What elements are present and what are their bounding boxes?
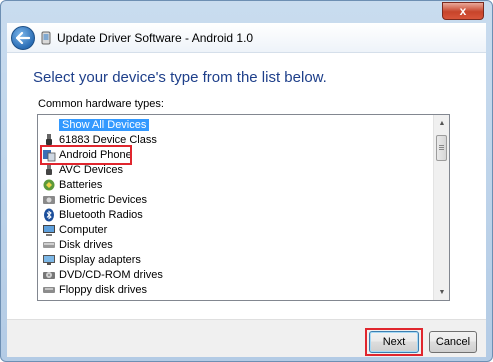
scroll-thumb[interactable] bbox=[436, 135, 447, 161]
biometric-icon bbox=[43, 195, 55, 204]
back-arrow-icon bbox=[16, 32, 30, 44]
floppy-icon bbox=[43, 286, 55, 293]
android-phone-highlight-box bbox=[40, 145, 132, 165]
list-item-floppy-disk-drives[interactable]: Floppy disk drives bbox=[42, 282, 147, 297]
list-item-label: 61883 Device Class bbox=[59, 133, 157, 146]
list-item-biometric-devices[interactable]: Biometric Devices bbox=[42, 192, 147, 207]
list-item-label: DVD/CD-ROM drives bbox=[59, 268, 163, 281]
list-item-label: AVC Devices bbox=[59, 163, 123, 176]
device-icon bbox=[41, 31, 51, 45]
list-item-display-adapters[interactable]: Display adapters bbox=[42, 252, 141, 267]
list-item-batteries[interactable]: Batteries bbox=[42, 177, 102, 192]
list-item-disk-drives[interactable]: Disk drives bbox=[42, 237, 113, 252]
list-item-label: Batteries bbox=[59, 178, 103, 191]
list-item-label: Computer bbox=[59, 223, 108, 236]
list-item-bluetooth-radios[interactable]: Bluetooth Radios bbox=[42, 207, 143, 222]
blank-icon bbox=[42, 118, 56, 132]
wizard-footer: Next Cancel bbox=[7, 319, 486, 357]
bluetooth-icon bbox=[44, 208, 54, 221]
list-item-label: Disk drives bbox=[59, 238, 113, 251]
list-item-label: Bluetooth Radios bbox=[59, 208, 143, 221]
list-item-show-all-devices[interactable]: Show All Devices bbox=[42, 117, 150, 132]
computer-icon bbox=[43, 224, 55, 236]
battery-icon bbox=[43, 179, 55, 190]
title-bar: Update Driver Software - Android 1.0 bbox=[7, 23, 486, 53]
back-button[interactable] bbox=[11, 26, 35, 50]
wizard-content: Select your device's type from the list … bbox=[7, 53, 486, 319]
disk-drive-icon bbox=[43, 241, 55, 248]
list-item-label: Show All Devices bbox=[59, 118, 150, 131]
list-scrollbar[interactable]: ▲ ▼ bbox=[433, 115, 449, 300]
hardware-type-list[interactable]: Show All Devices 61883 Device Class Andr… bbox=[37, 114, 450, 301]
page-heading: Select your device's type from the list … bbox=[33, 69, 327, 86]
scroll-down-arrow-icon[interactable]: ▼ bbox=[434, 284, 449, 300]
cancel-button[interactable]: Cancel bbox=[429, 331, 477, 353]
list-item-computer[interactable]: Computer bbox=[42, 222, 107, 237]
window-title: Update Driver Software - Android 1.0 bbox=[57, 31, 254, 45]
list-item-dvd-cd-rom-drives[interactable]: DVD/CD-ROM drives bbox=[42, 267, 163, 282]
list-item-label: Display adapters bbox=[59, 253, 141, 266]
hardware-types-label: Common hardware types: bbox=[38, 98, 164, 110]
dvd-drive-icon bbox=[43, 271, 55, 279]
scroll-up-arrow-icon[interactable]: ▲ bbox=[434, 115, 449, 131]
next-button[interactable]: Next bbox=[369, 331, 419, 353]
list-item-label: Floppy disk drives bbox=[59, 283, 148, 296]
update-driver-window: x Update Driver Software - Android 1.0 S… bbox=[0, 0, 493, 362]
list-item-label: Biometric Devices bbox=[59, 193, 148, 206]
close-button[interactable]: x bbox=[442, 2, 484, 20]
hardware-type-list-items: Show All Devices 61883 Device Class Andr… bbox=[38, 115, 433, 300]
display-adapter-icon bbox=[43, 254, 55, 265]
